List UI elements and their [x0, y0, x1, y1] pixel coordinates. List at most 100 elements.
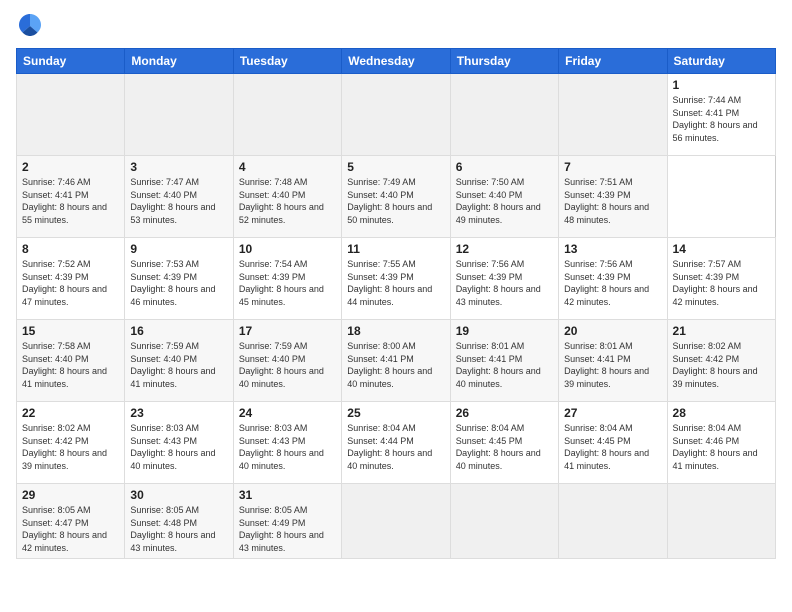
calendar-cell: 25 Sunrise: 8:04 AM Sunset: 4:44 PM Dayl…	[342, 402, 450, 484]
day-info: Sunrise: 7:52 AM Sunset: 4:39 PM Dayligh…	[22, 258, 119, 308]
day-info: Sunrise: 8:00 AM Sunset: 4:41 PM Dayligh…	[347, 340, 444, 390]
calendar-cell	[342, 484, 450, 559]
calendar-cell: 11 Sunrise: 7:55 AM Sunset: 4:39 PM Dayl…	[342, 238, 450, 320]
day-info: Sunrise: 8:05 AM Sunset: 4:47 PM Dayligh…	[22, 504, 119, 554]
calendar-cell	[450, 74, 558, 156]
day-info: Sunrise: 7:59 AM Sunset: 4:40 PM Dayligh…	[239, 340, 336, 390]
calendar-cell: 1 Sunrise: 7:44 AM Sunset: 4:41 PM Dayli…	[667, 74, 775, 156]
calendar-cell: 18 Sunrise: 8:00 AM Sunset: 4:41 PM Dayl…	[342, 320, 450, 402]
calendar-cell: 10 Sunrise: 7:54 AM Sunset: 4:39 PM Dayl…	[233, 238, 341, 320]
day-info: Sunrise: 7:58 AM Sunset: 4:40 PM Dayligh…	[22, 340, 119, 390]
day-info: Sunrise: 7:55 AM Sunset: 4:39 PM Dayligh…	[347, 258, 444, 308]
day-info: Sunrise: 8:05 AM Sunset: 4:48 PM Dayligh…	[130, 504, 227, 554]
day-number: 19	[456, 324, 553, 338]
day-number: 3	[130, 160, 227, 174]
logo	[16, 12, 48, 40]
calendar-cell: 26 Sunrise: 8:04 AM Sunset: 4:45 PM Dayl…	[450, 402, 558, 484]
calendar-cell: 2 Sunrise: 7:46 AM Sunset: 4:41 PM Dayli…	[17, 156, 125, 238]
day-info: Sunrise: 8:01 AM Sunset: 4:41 PM Dayligh…	[564, 340, 661, 390]
calendar-cell: 28 Sunrise: 8:04 AM Sunset: 4:46 PM Dayl…	[667, 402, 775, 484]
calendar-cell: 4 Sunrise: 7:48 AM Sunset: 4:40 PM Dayli…	[233, 156, 341, 238]
day-number: 26	[456, 406, 553, 420]
day-info: Sunrise: 8:04 AM Sunset: 4:44 PM Dayligh…	[347, 422, 444, 472]
day-number: 4	[239, 160, 336, 174]
calendar-cell: 21 Sunrise: 8:02 AM Sunset: 4:42 PM Dayl…	[667, 320, 775, 402]
day-info: Sunrise: 8:05 AM Sunset: 4:49 PM Dayligh…	[239, 504, 336, 554]
day-number: 22	[22, 406, 119, 420]
day-number: 6	[456, 160, 553, 174]
day-number: 15	[22, 324, 119, 338]
calendar-cell	[17, 74, 125, 156]
day-info: Sunrise: 7:57 AM Sunset: 4:39 PM Dayligh…	[673, 258, 770, 308]
day-info: Sunrise: 8:03 AM Sunset: 4:43 PM Dayligh…	[130, 422, 227, 472]
day-info: Sunrise: 7:59 AM Sunset: 4:40 PM Dayligh…	[130, 340, 227, 390]
calendar-cell: 27 Sunrise: 8:04 AM Sunset: 4:45 PM Dayl…	[559, 402, 667, 484]
day-info: Sunrise: 7:56 AM Sunset: 4:39 PM Dayligh…	[564, 258, 661, 308]
calendar-table: SundayMondayTuesdayWednesdayThursdayFrid…	[16, 48, 776, 559]
day-number: 11	[347, 242, 444, 256]
day-info: Sunrise: 8:02 AM Sunset: 4:42 PM Dayligh…	[673, 340, 770, 390]
day-info: Sunrise: 7:48 AM Sunset: 4:40 PM Dayligh…	[239, 176, 336, 226]
day-number: 14	[673, 242, 770, 256]
day-header-tuesday: Tuesday	[233, 49, 341, 74]
calendar-cell: 24 Sunrise: 8:03 AM Sunset: 4:43 PM Dayl…	[233, 402, 341, 484]
calendar-cell: 14 Sunrise: 7:57 AM Sunset: 4:39 PM Dayl…	[667, 238, 775, 320]
day-header-sunday: Sunday	[17, 49, 125, 74]
calendar-cell	[450, 484, 558, 559]
calendar-cell	[233, 74, 341, 156]
day-number: 12	[456, 242, 553, 256]
page: SundayMondayTuesdayWednesdayThursdayFrid…	[0, 0, 792, 612]
day-number: 9	[130, 242, 227, 256]
day-header-monday: Monday	[125, 49, 233, 74]
calendar-cell: 23 Sunrise: 8:03 AM Sunset: 4:43 PM Dayl…	[125, 402, 233, 484]
calendar-cell: 13 Sunrise: 7:56 AM Sunset: 4:39 PM Dayl…	[559, 238, 667, 320]
day-info: Sunrise: 8:01 AM Sunset: 4:41 PM Dayligh…	[456, 340, 553, 390]
day-number: 13	[564, 242, 661, 256]
day-info: Sunrise: 8:02 AM Sunset: 4:42 PM Dayligh…	[22, 422, 119, 472]
calendar-cell: 8 Sunrise: 7:52 AM Sunset: 4:39 PM Dayli…	[17, 238, 125, 320]
calendar-cell: 6 Sunrise: 7:50 AM Sunset: 4:40 PM Dayli…	[450, 156, 558, 238]
calendar-cell: 3 Sunrise: 7:47 AM Sunset: 4:40 PM Dayli…	[125, 156, 233, 238]
day-info: Sunrise: 8:03 AM Sunset: 4:43 PM Dayligh…	[239, 422, 336, 472]
day-info: Sunrise: 8:04 AM Sunset: 4:45 PM Dayligh…	[456, 422, 553, 472]
calendar-cell: 9 Sunrise: 7:53 AM Sunset: 4:39 PM Dayli…	[125, 238, 233, 320]
day-number: 20	[564, 324, 661, 338]
day-info: Sunrise: 7:50 AM Sunset: 4:40 PM Dayligh…	[456, 176, 553, 226]
calendar-cell: 29 Sunrise: 8:05 AM Sunset: 4:47 PM Dayl…	[17, 484, 125, 559]
day-header-saturday: Saturday	[667, 49, 775, 74]
logo-icon	[16, 12, 44, 40]
day-number: 31	[239, 488, 336, 502]
calendar-cell: 30 Sunrise: 8:05 AM Sunset: 4:48 PM Dayl…	[125, 484, 233, 559]
calendar-cell: 7 Sunrise: 7:51 AM Sunset: 4:39 PM Dayli…	[559, 156, 667, 238]
day-number: 24	[239, 406, 336, 420]
day-number: 2	[22, 160, 119, 174]
day-info: Sunrise: 7:46 AM Sunset: 4:41 PM Dayligh…	[22, 176, 119, 226]
day-number: 21	[673, 324, 770, 338]
day-number: 18	[347, 324, 444, 338]
day-info: Sunrise: 7:47 AM Sunset: 4:40 PM Dayligh…	[130, 176, 227, 226]
calendar-cell: 31 Sunrise: 8:05 AM Sunset: 4:49 PM Dayl…	[233, 484, 341, 559]
day-header-thursday: Thursday	[450, 49, 558, 74]
calendar-cell: 19 Sunrise: 8:01 AM Sunset: 4:41 PM Dayl…	[450, 320, 558, 402]
day-info: Sunrise: 7:56 AM Sunset: 4:39 PM Dayligh…	[456, 258, 553, 308]
day-number: 16	[130, 324, 227, 338]
day-info: Sunrise: 7:51 AM Sunset: 4:39 PM Dayligh…	[564, 176, 661, 226]
day-info: Sunrise: 8:04 AM Sunset: 4:45 PM Dayligh…	[564, 422, 661, 472]
day-number: 30	[130, 488, 227, 502]
day-info: Sunrise: 7:54 AM Sunset: 4:39 PM Dayligh…	[239, 258, 336, 308]
calendar-cell: 5 Sunrise: 7:49 AM Sunset: 4:40 PM Dayli…	[342, 156, 450, 238]
day-info: Sunrise: 7:49 AM Sunset: 4:40 PM Dayligh…	[347, 176, 444, 226]
day-header-wednesday: Wednesday	[342, 49, 450, 74]
day-number: 17	[239, 324, 336, 338]
calendar-cell	[125, 74, 233, 156]
day-number: 8	[22, 242, 119, 256]
calendar-cell: 16 Sunrise: 7:59 AM Sunset: 4:40 PM Dayl…	[125, 320, 233, 402]
calendar-cell: 15 Sunrise: 7:58 AM Sunset: 4:40 PM Dayl…	[17, 320, 125, 402]
day-info: Sunrise: 7:53 AM Sunset: 4:39 PM Dayligh…	[130, 258, 227, 308]
calendar-cell	[342, 74, 450, 156]
day-number: 10	[239, 242, 336, 256]
calendar-cell	[667, 484, 775, 559]
day-number: 5	[347, 160, 444, 174]
calendar-cell: 12 Sunrise: 7:56 AM Sunset: 4:39 PM Dayl…	[450, 238, 558, 320]
day-number: 29	[22, 488, 119, 502]
